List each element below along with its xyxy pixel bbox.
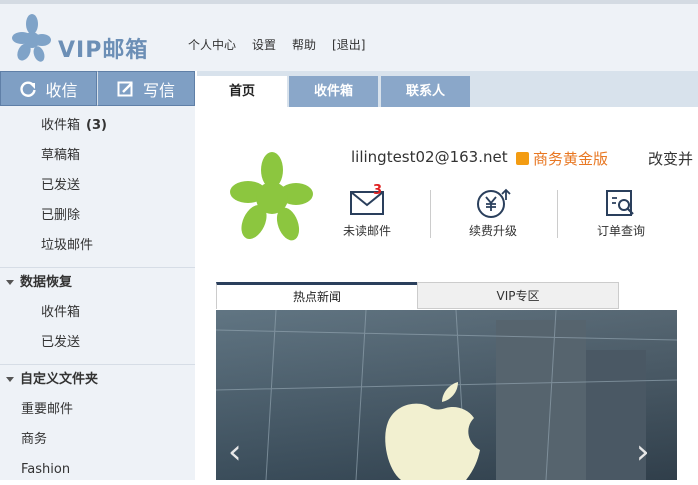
news-carousel-image[interactable] xyxy=(216,310,677,480)
order-query-action[interactable]: 订单查询 xyxy=(581,188,661,239)
tab-inbox[interactable]: 收件箱 xyxy=(289,76,378,107)
receive-button[interactable]: 收信 xyxy=(0,71,97,106)
account-email: lilingtest02@163.net xyxy=(351,148,508,166)
folder-inbox[interactable]: 收件箱 (3) xyxy=(0,111,195,141)
edition-link[interactable]: 商务黄金版 xyxy=(516,148,608,169)
recovery-sent[interactable]: 已发送 xyxy=(0,328,195,358)
receive-label: 收信 xyxy=(45,80,78,100)
recovery-inbox[interactable]: 收件箱 xyxy=(0,298,195,328)
folder-label: 已删除 xyxy=(41,208,81,223)
group-title: 自定义文件夹 xyxy=(20,372,99,387)
edition-label: 商务黄金版 xyxy=(533,150,609,168)
chevron-down-icon xyxy=(6,377,14,382)
write-button[interactable]: 写信 xyxy=(97,71,195,106)
folder-spam[interactable]: 垃圾邮件 xyxy=(0,231,195,261)
news-photo xyxy=(216,310,677,480)
folder-label: 商务 xyxy=(21,432,48,447)
yen-upgrade-icon xyxy=(477,188,511,218)
tab-contacts[interactable]: 联系人 xyxy=(381,76,470,107)
help-link[interactable]: 帮助 xyxy=(292,36,316,53)
tab-home[interactable]: 首页 xyxy=(197,76,287,107)
order-search-icon xyxy=(606,190,634,216)
action-label: 订单查询 xyxy=(596,224,645,238)
top-bar: VIP邮箱 个人中心 设置 帮助 [退出] xyxy=(0,0,698,71)
unread-mail-action[interactable]: 3 未读邮件 xyxy=(327,183,407,239)
custom-folder-fashion[interactable]: Fashion xyxy=(0,455,195,485)
folder-label: 已发送 xyxy=(41,335,81,350)
folder-label: 收件箱 xyxy=(41,118,81,133)
unread-badge: 3 xyxy=(373,183,383,198)
write-label: 写信 xyxy=(142,80,175,100)
chevron-down-icon xyxy=(6,280,14,285)
edition-icon xyxy=(516,152,529,165)
personal-center-link[interactable]: 个人中心 xyxy=(188,36,236,53)
folder-sent[interactable]: 已发送 xyxy=(0,171,195,201)
change-link[interactable]: 改变并 xyxy=(648,148,693,169)
refresh-icon xyxy=(20,81,37,97)
main-tabs: 首页 收件箱 联系人 xyxy=(197,71,698,107)
compose-icon xyxy=(117,81,133,96)
action-label: 续费升级 xyxy=(468,224,517,238)
divider xyxy=(557,190,558,238)
folder-label: 草稿箱 xyxy=(41,148,81,163)
folder-label: 重要邮件 xyxy=(21,402,74,417)
renew-upgrade-action[interactable]: 续费升级 xyxy=(453,188,533,239)
custom-folder-business[interactable]: 商务 xyxy=(0,425,195,455)
tab-hot-news[interactable]: 热点新闻 xyxy=(216,282,417,309)
logout-link[interactable]: [退出] xyxy=(332,36,365,53)
folder-label: Fashion xyxy=(21,462,71,477)
mail-actions: 收信 写信 xyxy=(0,71,195,106)
action-label: 未读邮件 xyxy=(342,224,391,238)
divider xyxy=(430,190,431,238)
folder-drafts[interactable]: 草稿箱 xyxy=(0,141,195,171)
group-title: 数据恢复 xyxy=(20,275,73,290)
folder-label: 垃圾邮件 xyxy=(41,238,94,253)
folder-label: 已发送 xyxy=(41,178,81,193)
top-links: 个人中心 设置 帮助 [退出] xyxy=(188,36,365,53)
avatar xyxy=(230,152,313,241)
tab-vip-zone[interactable]: VIP专区 xyxy=(417,282,619,309)
logo-icon xyxy=(12,14,51,62)
custom-folder-important[interactable]: 重要邮件 xyxy=(0,395,195,425)
group-data-recovery[interactable]: 数据恢复 xyxy=(0,268,195,298)
folder-label: 收件箱 xyxy=(41,305,81,320)
unread-count: (3) xyxy=(86,118,107,133)
settings-link[interactable]: 设置 xyxy=(252,36,276,53)
folder-deleted[interactable]: 已删除 xyxy=(0,201,195,231)
group-custom-folders[interactable]: 自定义文件夹 xyxy=(0,365,195,395)
logo-text: VIP邮箱 xyxy=(58,38,149,63)
carousel-next-icon[interactable]: › xyxy=(636,432,650,472)
sidebar: 收信 写信 收件箱 (3) 草稿箱 已发送 已删除 垃圾邮件 数据恢复 收件箱 已… xyxy=(0,71,195,480)
carousel-prev-icon[interactable]: ‹ xyxy=(228,432,242,472)
